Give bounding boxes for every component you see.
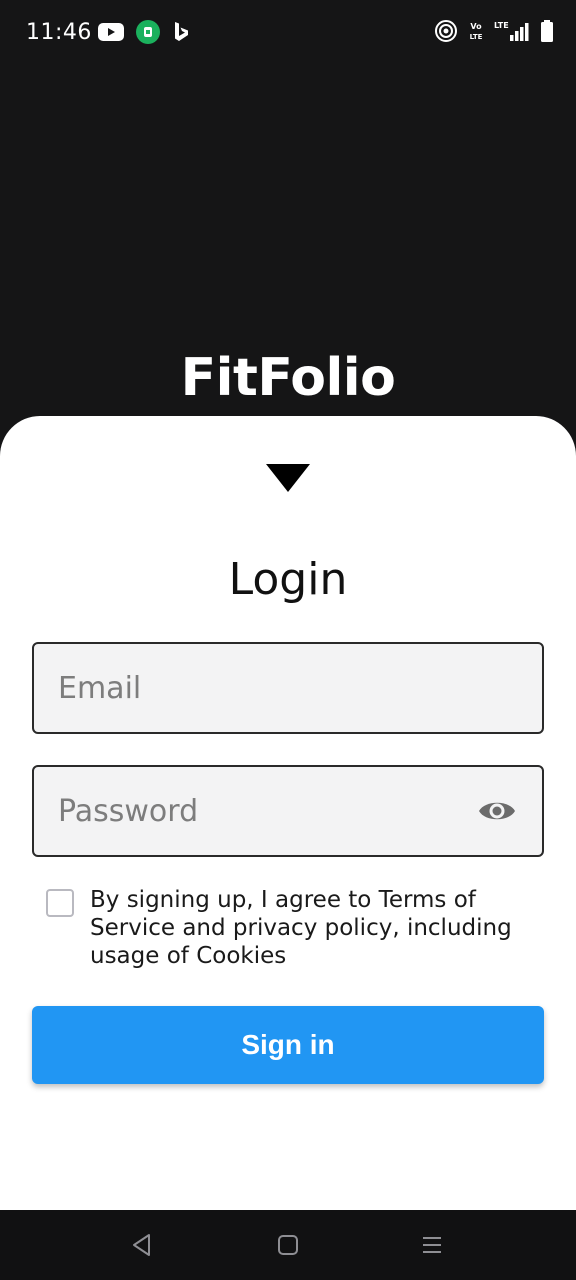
- home-icon[interactable]: [275, 1232, 301, 1258]
- volte-icon: Vo LTE: [470, 22, 483, 41]
- lte-signal-icon: LTE: [494, 21, 529, 41]
- login-sheet: Login By signing up, I agree to Terms of…: [0, 416, 576, 1210]
- back-icon[interactable]: [129, 1232, 155, 1258]
- show-password-eye-icon[interactable]: [478, 795, 516, 827]
- svg-text:Vo: Vo: [470, 22, 482, 31]
- status-bar: 11:46 Vo LTE LTE: [0, 0, 576, 66]
- battery-icon: [541, 20, 553, 42]
- status-time: 11:46: [26, 20, 92, 45]
- terms-text: By signing up, I agree to Terms of Servi…: [90, 887, 512, 969]
- svg-text:LTE: LTE: [494, 21, 509, 30]
- login-heading: Login: [228, 554, 348, 605]
- terms-checkbox[interactable]: [46, 889, 74, 917]
- password-field[interactable]: [32, 765, 544, 857]
- app-notification-icon: [136, 20, 160, 44]
- recents-icon[interactable]: [419, 1232, 445, 1258]
- hotspot-icon: [435, 20, 457, 42]
- app-title: FitFolio: [180, 348, 396, 408]
- email-field[interactable]: [32, 642, 544, 734]
- system-status-icons: Vo LTE LTE: [434, 19, 554, 43]
- svg-text:LTE: LTE: [470, 33, 483, 41]
- youtube-icon: [98, 23, 124, 41]
- bing-icon: [175, 22, 188, 41]
- collapse-arrow-icon[interactable]: [266, 464, 310, 492]
- password-input[interactable]: [58, 767, 478, 855]
- email-input[interactable]: [58, 644, 478, 732]
- system-nav-bar: [0, 1210, 576, 1280]
- notification-icons: [98, 20, 190, 44]
- sign-in-button[interactable]: Sign in: [32, 1006, 544, 1084]
